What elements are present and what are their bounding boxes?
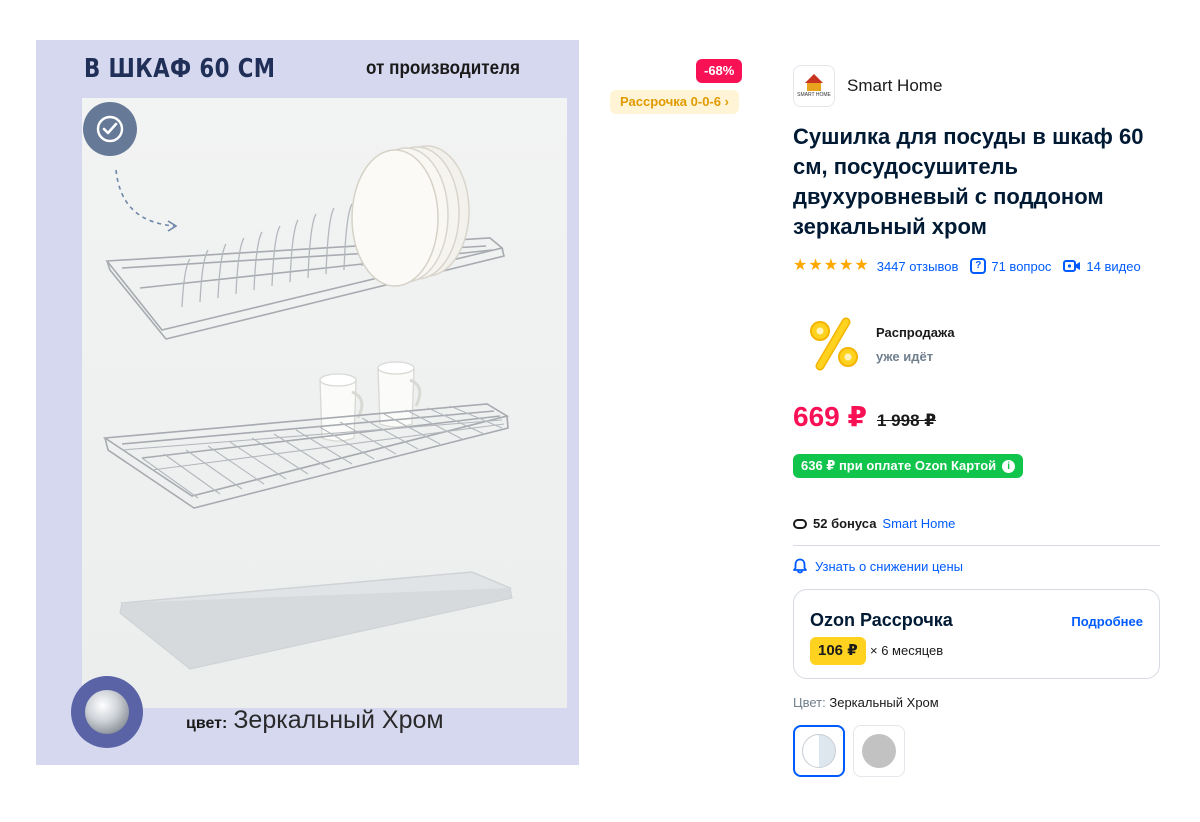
star-icon: ★ — [839, 257, 854, 274]
info-icon[interactable]: i — [1002, 459, 1016, 473]
bell-icon — [793, 558, 807, 574]
sale-subtitle: уже идёт — [876, 348, 934, 364]
color-label-prefix: Цвет: — [793, 695, 826, 710]
image-color-value: Зеркальный Хром — [233, 706, 444, 734]
installment-term: × 6 месяцев — [870, 643, 944, 658]
chrome-swatch-icon — [85, 690, 129, 734]
chrome-color-badge — [71, 676, 143, 748]
brand-name-link[interactable]: Smart Home — [847, 76, 942, 96]
installment-title: Ozon Рассрочка — [810, 610, 953, 630]
brand-logo-body — [807, 83, 821, 91]
check-badge-icon — [83, 102, 137, 156]
color-swatches — [793, 725, 905, 777]
sale-promo[interactable]: Распродажа уже идёт — [806, 316, 955, 372]
video-icon — [1063, 260, 1081, 272]
star-icon: ★ — [854, 257, 869, 274]
ozon-card-price-badge[interactable]: 636 ₽ при оплате Ozon Картой i — [793, 454, 1024, 478]
gray-swatch-icon — [862, 734, 896, 768]
price-row: 669 ₽ 1 998 ₽ — [793, 400, 936, 433]
videos-link[interactable]: 14 видео — [1063, 258, 1141, 274]
star-icon: ★ — [793, 257, 808, 274]
question-icon: ? — [970, 258, 987, 274]
brand-logo-icon[interactable]: SMART HOME — [793, 65, 835, 107]
product-title: Сушилка для посуды в шкаф 60 см, посудос… — [793, 124, 1144, 239]
color-label: Цвет: Зеркальный Хром — [793, 695, 939, 710]
image-stage — [82, 98, 567, 708]
old-price: 1 998 ₽ — [876, 411, 937, 430]
bonus-row: 52 бонуса Smart Home — [793, 516, 955, 531]
image-manufacturer-caption: от производителя — [366, 58, 520, 79]
current-price: 669 ₽ — [793, 401, 867, 432]
ozon-card-price-label: 636 ₽ при оплате Ozon Картой — [801, 458, 997, 473]
dish-rack-illustration — [102, 145, 513, 670]
price-alert-label: Узнать о снижении цены — [815, 558, 964, 574]
brand-logo-text: SMART HOME — [797, 92, 831, 98]
product-image[interactable]: В ШКАФ 60 СМ от производителя цвет: Зерк… — [36, 40, 579, 765]
brand-row[interactable]: SMART HOME Smart Home — [793, 65, 942, 107]
brand-logo-roof — [805, 74, 823, 83]
installment-amount: 106 ₽ — [810, 637, 866, 665]
rating-stars[interactable]: ★ ★ ★ ★ ★ — [793, 256, 869, 276]
star-icon: ★ — [823, 257, 839, 274]
image-color-label: цвет: — [186, 715, 228, 732]
image-headline: В ШКАФ 60 СМ — [84, 54, 276, 84]
questions-link[interactable]: ? 71 вопрос — [970, 258, 1051, 274]
sale-title: Распродажа — [876, 324, 955, 340]
percent-icon — [810, 317, 858, 371]
bonus-count: 52 бонуса — [813, 516, 877, 531]
reviews-link[interactable]: 3447 отзывов — [877, 259, 959, 274]
discount-badge: -68% — [696, 59, 743, 83]
sale-text: Распродажа уже идёт — [876, 325, 955, 364]
product-meta-row: ★ ★ ★ ★ ★ 3447 отзывов ? 71 вопрос 14 ви… — [793, 256, 1153, 276]
star-icon: ★ — [808, 257, 823, 274]
questions-label: 71 вопрос — [991, 258, 1052, 274]
installment-more-link[interactable]: Подробнее — [1071, 614, 1143, 629]
divider — [793, 545, 1160, 546]
installment-badge-link[interactable]: Рассрочка 0-0-6 › — [610, 90, 739, 114]
price-alert-link[interactable]: Узнать о снижении цены — [793, 558, 963, 574]
videos-label: 14 видео — [1086, 258, 1141, 274]
color-swatch-gray[interactable] — [853, 725, 905, 777]
color-swatch-chrome[interactable] — [793, 725, 845, 777]
installment-card[interactable]: Ozon Рассрочка Подробнее 106 ₽ × 6 месяц… — [793, 589, 1160, 679]
chrome-swatch-icon — [802, 734, 836, 768]
bonus-icon — [793, 518, 807, 529]
bonus-seller-link[interactable]: Smart Home — [882, 516, 955, 531]
color-label-value: Зеркальный Хром — [829, 695, 939, 710]
image-color-caption: цвет: Зеркальный Хром — [186, 706, 444, 735]
